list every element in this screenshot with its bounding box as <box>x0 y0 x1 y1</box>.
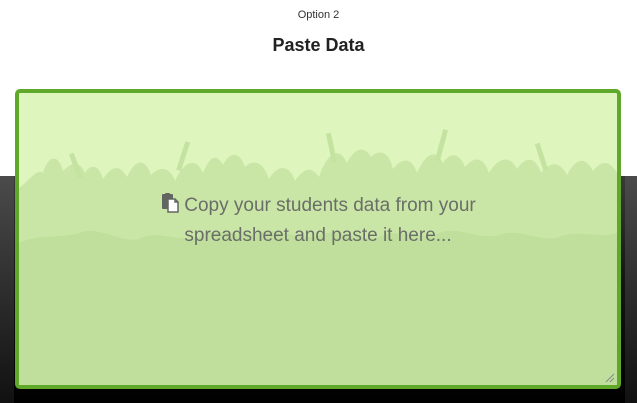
paste-data-textarea[interactable]: Copy your students data from your spread… <box>15 89 621 389</box>
banner-left-edge <box>0 176 14 403</box>
placeholder-text-2: spreadsheet and paste it here... <box>184 225 452 246</box>
paste-icon <box>162 193 179 213</box>
placeholder-line-1: Copy your students data from your <box>19 191 617 221</box>
banner-right-edge <box>625 176 637 403</box>
textarea-placeholder: Copy your students data from your spread… <box>19 191 617 251</box>
placeholder-text-1: Copy your students data from your <box>184 195 476 216</box>
section-title: Paste Data <box>272 35 365 55</box>
option-label: Option 2 <box>297 9 340 21</box>
resize-grip-icon[interactable] <box>604 372 614 382</box>
